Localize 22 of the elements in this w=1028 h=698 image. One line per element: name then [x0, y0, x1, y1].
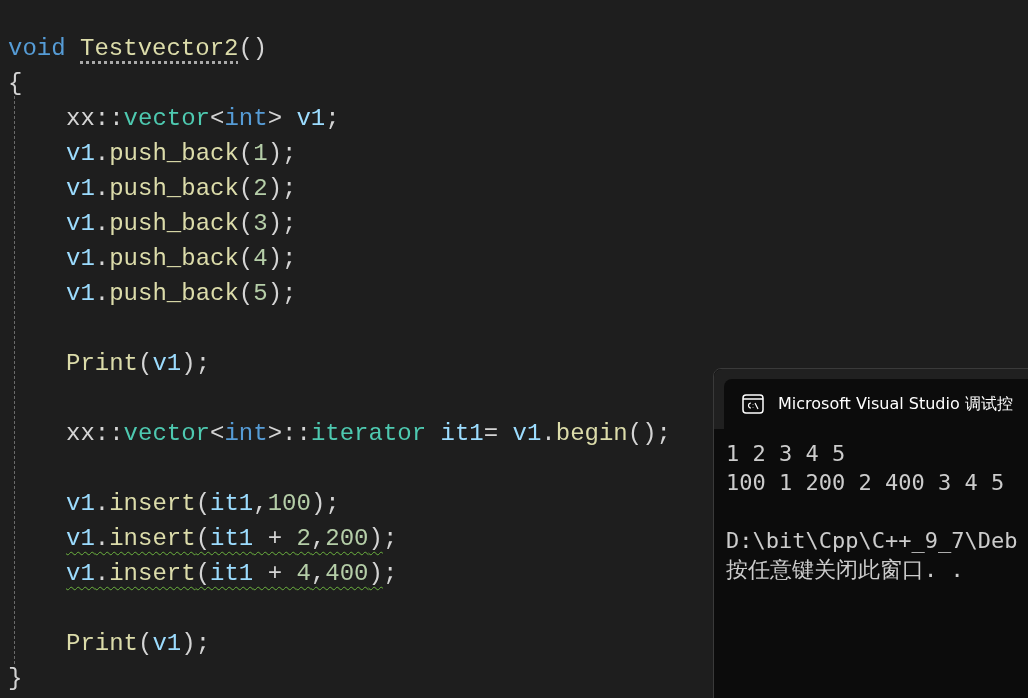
- console-output: D:\bit\Cpp\C++_9_7\Deb: [726, 528, 1018, 553]
- code-line: v1.push_back(3);: [66, 209, 297, 239]
- code-line: v1.insert(it1 + 2,200);: [66, 524, 398, 554]
- code-line: Print(v1);: [66, 629, 211, 659]
- code-line: void Testvector2(): [8, 34, 268, 64]
- code-line: v1.push_back(1);: [66, 139, 297, 169]
- code-line: xx::vector<int> v1;: [66, 104, 340, 134]
- console-output: 100 1 200 2 400 3 4 5: [726, 470, 1005, 495]
- code-line: }: [8, 664, 23, 694]
- window-title: Microsoft Visual Studio 调试控: [778, 393, 1013, 415]
- code-line: v1.insert(it1 + 4,400);: [66, 559, 398, 589]
- console-output: 按任意键关闭此窗口. .: [726, 557, 964, 582]
- code-line: {: [8, 69, 23, 99]
- code-line: v1.push_back(4);: [66, 244, 297, 274]
- code-line: xx::vector<int>::iterator it1= v1.begin();: [66, 419, 671, 449]
- code-line: Print(v1);: [66, 349, 211, 379]
- code-line: v1.insert(it1,100);: [66, 489, 340, 519]
- code-line: v1.push_back(2);: [66, 174, 297, 204]
- code-line: v1.push_back(5);: [66, 279, 297, 309]
- console-output: 1 2 3 4 5: [726, 441, 846, 466]
- console-tab[interactable]: Microsoft Visual Studio 调试控: [724, 379, 1028, 429]
- terminal-icon: [742, 394, 764, 414]
